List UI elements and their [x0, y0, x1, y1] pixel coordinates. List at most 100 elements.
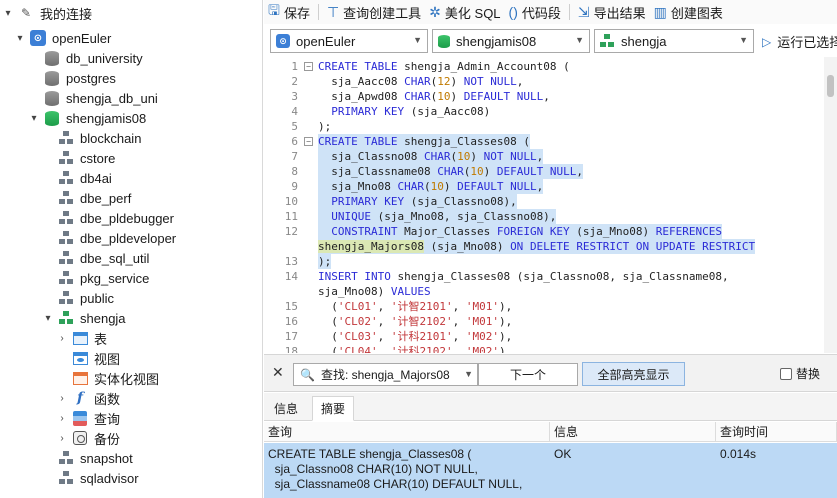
- close-icon[interactable]: ✕: [272, 364, 284, 381]
- tree-schema-open[interactable]: ▾ shengja: [42, 308, 125, 328]
- tree-schema[interactable]: dbe_pldeveloper: [42, 228, 176, 248]
- fold-toggle-icon[interactable]: −: [304, 137, 313, 146]
- line-number: [264, 239, 298, 254]
- column-header-query[interactable]: 查询: [264, 422, 550, 442]
- tree-schema[interactable]: dbe_sql_util: [42, 248, 149, 268]
- query-builder-button[interactable]: ⊤ 查询创建工具: [323, 1, 425, 23]
- code-line[interactable]: sja_Mno08) VALUES: [318, 284, 431, 299]
- code-line[interactable]: );: [318, 119, 331, 134]
- tree-schema[interactable]: blockchain: [42, 128, 141, 148]
- tree-schema-label: blockchain: [80, 130, 142, 146]
- tree-schema[interactable]: public: [42, 288, 114, 308]
- scrollbar-thumb[interactable]: [827, 75, 834, 97]
- chevron-down-icon[interactable]: ▾: [14, 33, 26, 44]
- tree-schema[interactable]: snapshot: [42, 448, 133, 468]
- tree-schema[interactable]: dbe_perf: [42, 188, 131, 208]
- column-header-time[interactable]: 查询时间: [716, 422, 837, 442]
- schema-icon: [600, 34, 615, 48]
- tree-node-function[interactable]: › f 函数: [56, 388, 120, 408]
- chevron-down-icon[interactable]: ▼: [464, 369, 473, 379]
- tree-schema[interactable]: sqladvisor: [42, 468, 139, 488]
- code-line[interactable]: sja_Aacc08 CHAR(12) NOT NULL,: [318, 74, 523, 89]
- line-number: 16: [284, 315, 298, 328]
- export-results-button[interactable]: ⇲ 导出结果: [574, 1, 650, 23]
- tree-database-active[interactable]: ▾ shengjamis08: [28, 108, 146, 128]
- tree-database[interactable]: shengja_db_uni: [28, 88, 158, 108]
- save-button[interactable]: 🖫 保存: [264, 1, 314, 23]
- connections-icon: ✎: [20, 6, 32, 20]
- code-line[interactable]: CONSTRAINT Major_Classes FOREIGN KEY (sj…: [318, 224, 723, 239]
- code-line[interactable]: INSERT INTO shengja_Classes08 (sja_Class…: [318, 269, 729, 284]
- line-number: 15: [284, 300, 298, 313]
- code-line[interactable]: CREATE TABLE shengja_Admin_Account08 (: [318, 59, 570, 74]
- code-line[interactable]: shengja_Majors08 (sja_Mno08) ON DELETE R…: [318, 239, 756, 254]
- code-line[interactable]: CREATE TABLE shengja_Classes08 (: [318, 134, 530, 149]
- beautify-sql-button[interactable]: ✲ 美化 SQL: [425, 1, 504, 23]
- line-number: 18: [284, 345, 298, 353]
- chevron-down-icon[interactable]: ▾: [2, 8, 14, 19]
- code-line[interactable]: ('CL01', '计智2101', 'M01'),: [318, 299, 512, 314]
- code-line[interactable]: sja_Classname08 CHAR(10) DEFAULT NULL,: [318, 164, 583, 179]
- tree-schema-label: cstore: [80, 150, 116, 166]
- tree-database[interactable]: postgres: [28, 68, 116, 88]
- schema-select[interactable]: shengja ▼: [594, 29, 754, 53]
- database-icon: [44, 90, 60, 106]
- code-line[interactable]: sja_Apwd08 CHAR(10) DEFAULT NULL,: [318, 89, 550, 104]
- search-input[interactable]: 🔍 查找: shengja_Majors08 ▼: [293, 363, 478, 386]
- tree-node-view[interactable]: 视图: [56, 348, 120, 368]
- query-builder-icon: ⊤: [326, 3, 340, 20]
- tree-root-label: 我的连接: [40, 6, 93, 22]
- database-select[interactable]: shengjamis08 ▼: [432, 29, 590, 53]
- code-line[interactable]: ('CL04', '计科2102', 'M02'),: [318, 344, 512, 353]
- code-line[interactable]: ('CL03', '计科2101', 'M02'),: [318, 329, 512, 344]
- connection-tree: ▾ ✎ 我的连接 ▾ ⊙ openEuler db_university post…: [0, 0, 263, 498]
- tree-node-materialized-view[interactable]: 实体化视图: [56, 368, 159, 388]
- chevron-down-icon: ▼: [575, 35, 584, 45]
- editor-scrollbar[interactable]: [824, 57, 837, 353]
- highlight-all-button[interactable]: 全部高亮显示: [582, 362, 685, 386]
- column-header-info[interactable]: 信息: [550, 422, 716, 442]
- code-line[interactable]: sja_Classno08 CHAR(10) NOT NULL,: [318, 149, 544, 164]
- fold-toggle-icon[interactable]: −: [304, 62, 313, 71]
- snippet-button[interactable]: () 代码段: [505, 1, 565, 23]
- tab-info[interactable]: 信息: [266, 396, 306, 421]
- find-next-button[interactable]: 下一个: [478, 363, 578, 386]
- line-number: [264, 284, 298, 299]
- connection-select[interactable]: ⊙ openEuler ▼: [270, 29, 428, 53]
- tree-node-backup[interactable]: › 备份: [56, 428, 120, 448]
- tree-node-query[interactable]: › 查询: [56, 408, 120, 428]
- chevron-right-icon[interactable]: ›: [56, 393, 68, 404]
- save-icon: 🖫: [268, 2, 280, 18]
- tree-schema[interactable]: dbe_pldebugger: [42, 208, 174, 228]
- chevron-right-icon[interactable]: ›: [56, 333, 68, 344]
- tree-schema-label: sqladvisor: [80, 470, 139, 486]
- replace-toggle[interactable]: 替换: [780, 365, 820, 382]
- chevron-right-icon[interactable]: ›: [56, 433, 68, 444]
- run-selected-button[interactable]: ▷ 运行已选择的: [762, 32, 837, 51]
- code-line[interactable]: sja_Mno08 CHAR(10) DEFAULT NULL,: [318, 179, 544, 194]
- code-line[interactable]: PRIMARY KEY (sja_Aacc08): [318, 104, 490, 119]
- code-line[interactable]: ('CL02', '计智2102', 'M01'),: [318, 314, 512, 329]
- database-icon: [44, 50, 60, 66]
- chevron-down-icon[interactable]: ▾: [42, 313, 54, 324]
- replace-checkbox[interactable]: [780, 367, 792, 380]
- schema-icon: [58, 190, 74, 206]
- tree-schema[interactable]: db4ai: [42, 168, 112, 188]
- line-number: 2: [291, 75, 298, 88]
- schema-icon: [58, 150, 74, 166]
- tree-root[interactable]: ▾ ✎ 我的连接: [2, 3, 92, 23]
- chevron-right-icon[interactable]: ›: [56, 413, 68, 424]
- tree-connection[interactable]: ▾ ⊙ openEuler: [14, 28, 111, 48]
- tree-schema[interactable]: pkg_service: [42, 268, 149, 288]
- table-row[interactable]: CREATE TABLE shengja_Classes08 ( sja_Cla…: [264, 443, 837, 498]
- code-line[interactable]: );: [318, 254, 332, 269]
- chevron-down-icon[interactable]: ▾: [28, 113, 40, 124]
- code-line[interactable]: UNIQUE (sja_Mno08, sja_Classno08),: [318, 209, 557, 224]
- create-chart-button[interactable]: ▥ 创建图表: [650, 1, 727, 23]
- tree-database[interactable]: db_university: [28, 48, 143, 68]
- tree-schema[interactable]: cstore: [42, 148, 115, 168]
- code-line[interactable]: PRIMARY KEY (sja_Classno08),: [318, 194, 517, 209]
- tree-node-table[interactable]: › 表: [56, 328, 107, 348]
- sql-editor[interactable]: 1 2 3 4 5 6 7 8 9 10 11 12 13 14 15 16 17 18− − CREATE TAB…: [264, 57, 837, 353]
- tab-summary[interactable]: 摘要: [312, 396, 355, 421]
